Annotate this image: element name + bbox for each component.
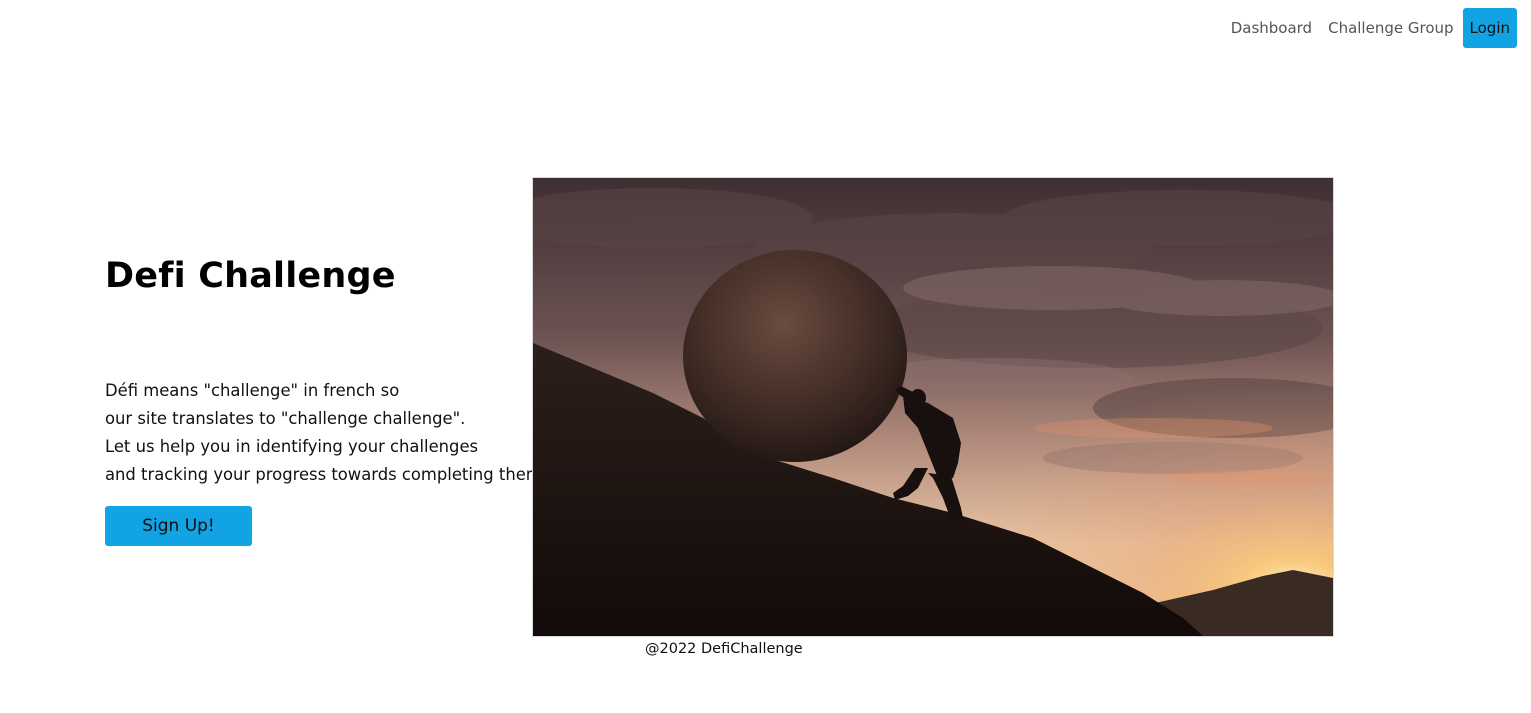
hero-description: Défi means "challenge" in french so our … [105,377,547,489]
landing-page: Dashboard Challenge Group Login Defi Cha… [0,0,1531,713]
hero-description-line: our site translates to "challenge challe… [105,409,466,428]
hero-description-line: and tracking your progress towards compl… [105,465,547,484]
footer-copyright: @2022 DefiChallenge [645,641,803,657]
login-button[interactable]: Login [1462,8,1517,48]
hero-image [532,177,1334,637]
nav-dashboard-link[interactable]: Dashboard [1231,8,1312,48]
signup-button[interactable]: Sign Up! [105,506,252,546]
hero-description-line: Let us help you in identifying your chal… [105,437,479,456]
page-title: Defi Challenge [105,256,396,296]
nav-challenge-group-link[interactable]: Challenge Group [1328,8,1453,48]
hero-description-line: Défi means "challenge" in french so [105,381,400,400]
boulder-sunset-illustration [533,178,1333,636]
top-navigation: Dashboard Challenge Group Login [1231,8,1517,48]
